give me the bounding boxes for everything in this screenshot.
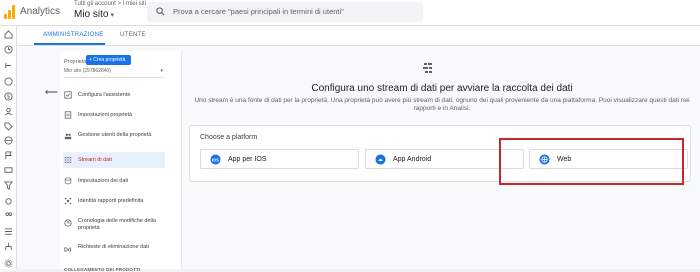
svg-text:iOS: iOS [212, 157, 219, 162]
user-icon[interactable] [4, 107, 13, 116]
data-stream-icon [64, 157, 72, 163]
timer-icon[interactable] [4, 77, 13, 86]
platform-ios-button[interactable]: iOS App per IOS [200, 149, 359, 169]
tab-amministrazione[interactable]: AMMINISTRAZIONE [43, 32, 104, 38]
nav-item-label: Gestione utenti della proprietà [78, 132, 152, 138]
page-title: Configura uno stream di dati per avviare… [311, 83, 573, 94]
identity-icon [64, 197, 72, 205]
funnel-icon[interactable] [4, 181, 13, 190]
flag-icon[interactable] [4, 151, 13, 160]
tab-utente[interactable]: UTENTE [120, 32, 146, 38]
nav-item-label: Configura l'assistente [78, 92, 131, 98]
analytics-logo-icon[interactable] [4, 5, 16, 19]
home-icon[interactable] [4, 30, 13, 39]
section-label-collegamento: COLLEGAMENTO DEI PRODOTTI [64, 267, 141, 272]
data-stream-icon [423, 63, 432, 73]
platform-label: App per IOS [228, 156, 267, 163]
nav-item-richieste-eliminazione[interactable]: Dd Richieste di eliminazione dati [63, 241, 165, 261]
property-name: Mio sito [74, 9, 109, 20]
android-icon [375, 154, 386, 165]
top-bar: Analytics Tutti gli account > I miei sit… [0, 0, 700, 26]
back-arrow-icon[interactable]: ⟵ [45, 87, 58, 98]
nav-item-gestione-utenti[interactable]: Gestione utenti della proprietà [63, 129, 165, 149]
tag-icon[interactable] [4, 122, 13, 131]
list-icon[interactable] [4, 227, 13, 236]
nav-item-label: Impostazioni proprietà [78, 112, 133, 118]
choose-platform-label: Choose a platform [200, 134, 258, 141]
property-select-value: Mio sito (297862840) [64, 68, 111, 74]
chevron-down-icon: ▾ [160, 68, 163, 74]
people-icon [64, 133, 72, 140]
nav-item-impostazioni-dati[interactable]: Impostazioni dei dati [63, 175, 165, 187]
page-description: Uno stream è una fonte di dati per la pr… [194, 97, 690, 112]
left-rail: $ [0, 26, 17, 269]
active-tab-indicator [34, 43, 105, 45]
nav-item-impostazioni-proprieta[interactable]: Impostazioni proprietà [63, 109, 165, 122]
checkbox-icon [64, 91, 72, 99]
platform-label: App Android [393, 156, 432, 163]
svg-text:Dd: Dd [64, 247, 72, 253]
history-icon [64, 219, 72, 227]
ios-icon: iOS [210, 154, 221, 165]
lab-icon[interactable] [4, 196, 13, 205]
nav-item-stream-di-dati[interactable]: Stream di dati [63, 152, 165, 168]
web-highlight-box [499, 138, 684, 185]
delete-data-icon: Dd [64, 247, 72, 253]
search-icon [156, 7, 165, 16]
nav-item-label: Stream di dati [78, 157, 112, 163]
database-icon [64, 177, 72, 185]
branch-icon[interactable] [4, 61, 13, 70]
search-input[interactable]: Prova a cercare "paesi principali in ter… [147, 2, 423, 22]
property-selector[interactable]: Mio sito ▾ [74, 9, 114, 20]
nav-item-identita-rapporti[interactable]: Identità rapporti predefinita [63, 195, 165, 207]
admin-tabs: AMMINISTRAZIONE UTENTE [17, 26, 700, 46]
nav-item-label: Cronologia delle modifiche della proprie… [78, 218, 156, 231]
nav-item-configura-assistente[interactable]: Configura l'assistente [63, 89, 165, 102]
breadcrumb[interactable]: Tutti gli account > I miei siti [74, 1, 146, 7]
app-name: Analytics [20, 6, 61, 17]
property-label: Proprietà [64, 59, 87, 65]
device-icon[interactable] [4, 166, 13, 175]
settings-doc-icon [64, 111, 72, 119]
search-placeholder: Prova a cercare "paesi principali in ter… [173, 7, 344, 16]
nav-item-label: Identità rapporti predefinita [78, 198, 144, 204]
chevron-down-icon: ▾ [110, 12, 114, 19]
create-property-button[interactable]: + Crea proprietà [86, 55, 131, 65]
money-icon[interactable]: $ [4, 92, 13, 101]
settings-gear-icon[interactable] [4, 259, 13, 268]
audience-icon[interactable] [4, 211, 13, 220]
realtime-clock-icon[interactable] [4, 45, 13, 54]
nav-item-label: Impostazioni dei dati [78, 178, 129, 184]
svg-text:$: $ [7, 95, 10, 101]
property-nav-panel: Proprietà + Crea proprietà Mio sito (297… [60, 51, 182, 272]
property-select[interactable]: Mio sito (297862840) ▾ [64, 68, 164, 78]
nav-item-cronologia-modifiche[interactable]: Cronologia delle modifiche della proprie… [63, 215, 165, 235]
hierarchy-icon[interactable] [4, 242, 13, 251]
nav-item-label: Richieste di eliminazione dati [78, 244, 149, 250]
globe-icon[interactable] [4, 136, 13, 145]
